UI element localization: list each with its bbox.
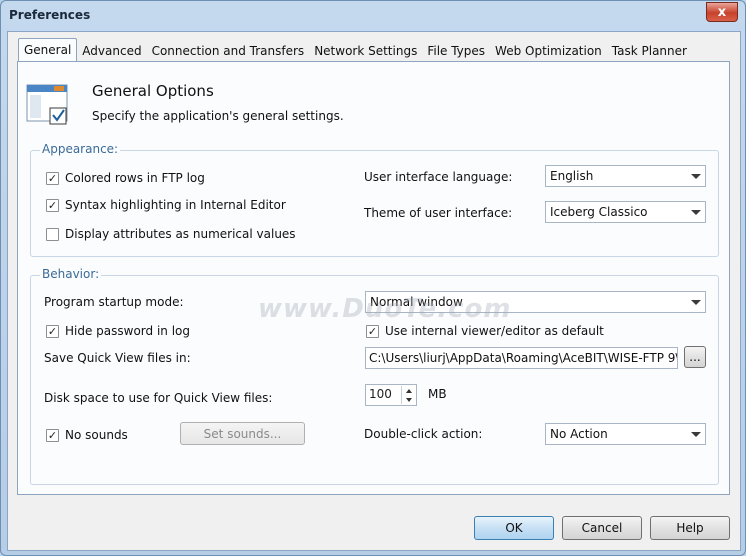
check-icon: ✓ xyxy=(47,428,58,442)
tab-advanced[interactable]: Advanced xyxy=(77,40,146,62)
set-sounds-label: Set sounds... xyxy=(203,426,282,441)
no-sounds-checkbox[interactable]: ✓ No sounds xyxy=(46,428,128,442)
theme-value: Iceberg Classico xyxy=(550,205,648,219)
internal-viewer-checkbox[interactable]: ✓ Use internal viewer/editor as default xyxy=(366,324,604,338)
set-sounds-button[interactable]: Set sounds... xyxy=(180,422,305,445)
dialog-body: General Advanced Connection and Transfer… xyxy=(7,31,741,551)
chevron-down-icon xyxy=(691,174,701,179)
browse-button[interactable]: ... xyxy=(684,346,706,368)
no-sounds-label: No sounds xyxy=(65,428,128,442)
preferences-dialog: Preferences x General Advanced Connectio… xyxy=(0,0,746,556)
quick-view-path-input[interactable]: C:\Users\liurj\AppData\Roaming\AceBIT\WI… xyxy=(365,347,678,369)
close-button[interactable]: x xyxy=(706,2,738,22)
check-icon: ✓ xyxy=(47,198,58,212)
cancel-button[interactable]: Cancel xyxy=(562,516,642,540)
double-click-label: Double-click action: xyxy=(364,427,483,441)
double-click-select[interactable]: No Action xyxy=(545,423,706,445)
quick-view-path-value: C:\Users\liurj\AppData\Roaming\AceBIT\WI… xyxy=(369,351,678,365)
appearance-group-title: Appearance: xyxy=(40,142,121,156)
language-label: User interface language: xyxy=(364,170,513,184)
checkbox-box[interactable]: ✓ xyxy=(46,428,59,442)
help-button-label: Help xyxy=(676,521,704,535)
ok-button[interactable]: OK xyxy=(474,516,554,540)
colored-rows-label: Colored rows in FTP log xyxy=(65,171,205,185)
window-title: Preferences xyxy=(9,8,91,22)
close-icon: x xyxy=(717,4,727,20)
settings-window-icon xyxy=(26,84,68,125)
check-icon: ✓ xyxy=(367,324,378,338)
title-bar[interactable]: Preferences x xyxy=(1,1,745,31)
tab-task-planner[interactable]: Task Planner xyxy=(607,40,692,62)
startup-mode-label: Program startup mode: xyxy=(44,295,184,309)
numerical-attributes-checkbox[interactable]: Display attributes as numerical values xyxy=(46,227,296,241)
numerical-attributes-label: Display attributes as numerical values xyxy=(65,227,296,241)
checkbox-box[interactable]: ✓ xyxy=(46,171,59,185)
disk-space-stepper[interactable]: 100 xyxy=(365,384,417,406)
page-title: General Options xyxy=(92,82,214,100)
chevron-down-icon xyxy=(691,432,701,437)
check-icon: ✓ xyxy=(47,171,58,185)
tab-web-optimization[interactable]: Web Optimization xyxy=(490,40,607,62)
behavior-group-title: Behavior: xyxy=(40,267,102,281)
syntax-highlighting-label: Syntax highlighting in Internal Editor xyxy=(65,198,286,212)
arrow-down-icon xyxy=(405,397,412,402)
language-value: English xyxy=(550,169,594,183)
save-quick-view-label: Save Quick View files in: xyxy=(44,351,191,365)
double-click-value: No Action xyxy=(550,427,608,441)
ok-button-label: OK xyxy=(505,521,523,535)
help-button[interactable]: Help xyxy=(650,516,730,540)
tab-file-types[interactable]: File Types xyxy=(422,40,490,62)
checkbox-box[interactable]: ✓ xyxy=(46,324,59,338)
hide-password-label: Hide password in log xyxy=(65,324,191,338)
chevron-down-icon xyxy=(691,300,701,305)
colored-rows-checkbox[interactable]: ✓ Colored rows in FTP log xyxy=(46,171,205,185)
disk-space-unit: MB xyxy=(428,387,447,401)
watermark: www.DuoTe.com xyxy=(258,294,512,324)
page-subtitle: Specify the application's general settin… xyxy=(92,109,344,123)
theme-label: Theme of user interface: xyxy=(364,206,513,220)
language-select[interactable]: English xyxy=(545,165,706,187)
arrow-up-icon xyxy=(405,388,412,393)
hide-password-checkbox[interactable]: ✓ Hide password in log xyxy=(46,324,190,338)
browse-button-label: ... xyxy=(689,350,701,364)
checkbox-box[interactable]: ✓ xyxy=(46,198,59,212)
checkbox-box[interactable] xyxy=(46,227,59,241)
check-icon: ✓ xyxy=(47,324,58,338)
tab-network-settings[interactable]: Network Settings xyxy=(309,40,422,62)
checkbox-box[interactable]: ✓ xyxy=(366,324,379,338)
internal-viewer-label: Use internal viewer/editor as default xyxy=(385,324,604,338)
spin-down-button[interactable] xyxy=(401,395,415,404)
syntax-highlighting-checkbox[interactable]: ✓ Syntax highlighting in Internal Editor xyxy=(46,198,286,212)
spin-up-button[interactable] xyxy=(401,386,415,395)
cancel-button-label: Cancel xyxy=(581,521,623,535)
theme-select[interactable]: Iceberg Classico xyxy=(545,201,706,223)
tab-general[interactable]: General xyxy=(18,38,78,62)
tab-strip: General Advanced Connection and Transfer… xyxy=(18,38,692,62)
disk-space-label: Disk space to use for Quick View files: xyxy=(44,391,273,405)
chevron-down-icon xyxy=(691,210,701,215)
disk-space-value: 100 xyxy=(369,387,392,401)
tab-connection-and-transfers[interactable]: Connection and Transfers xyxy=(147,40,310,62)
